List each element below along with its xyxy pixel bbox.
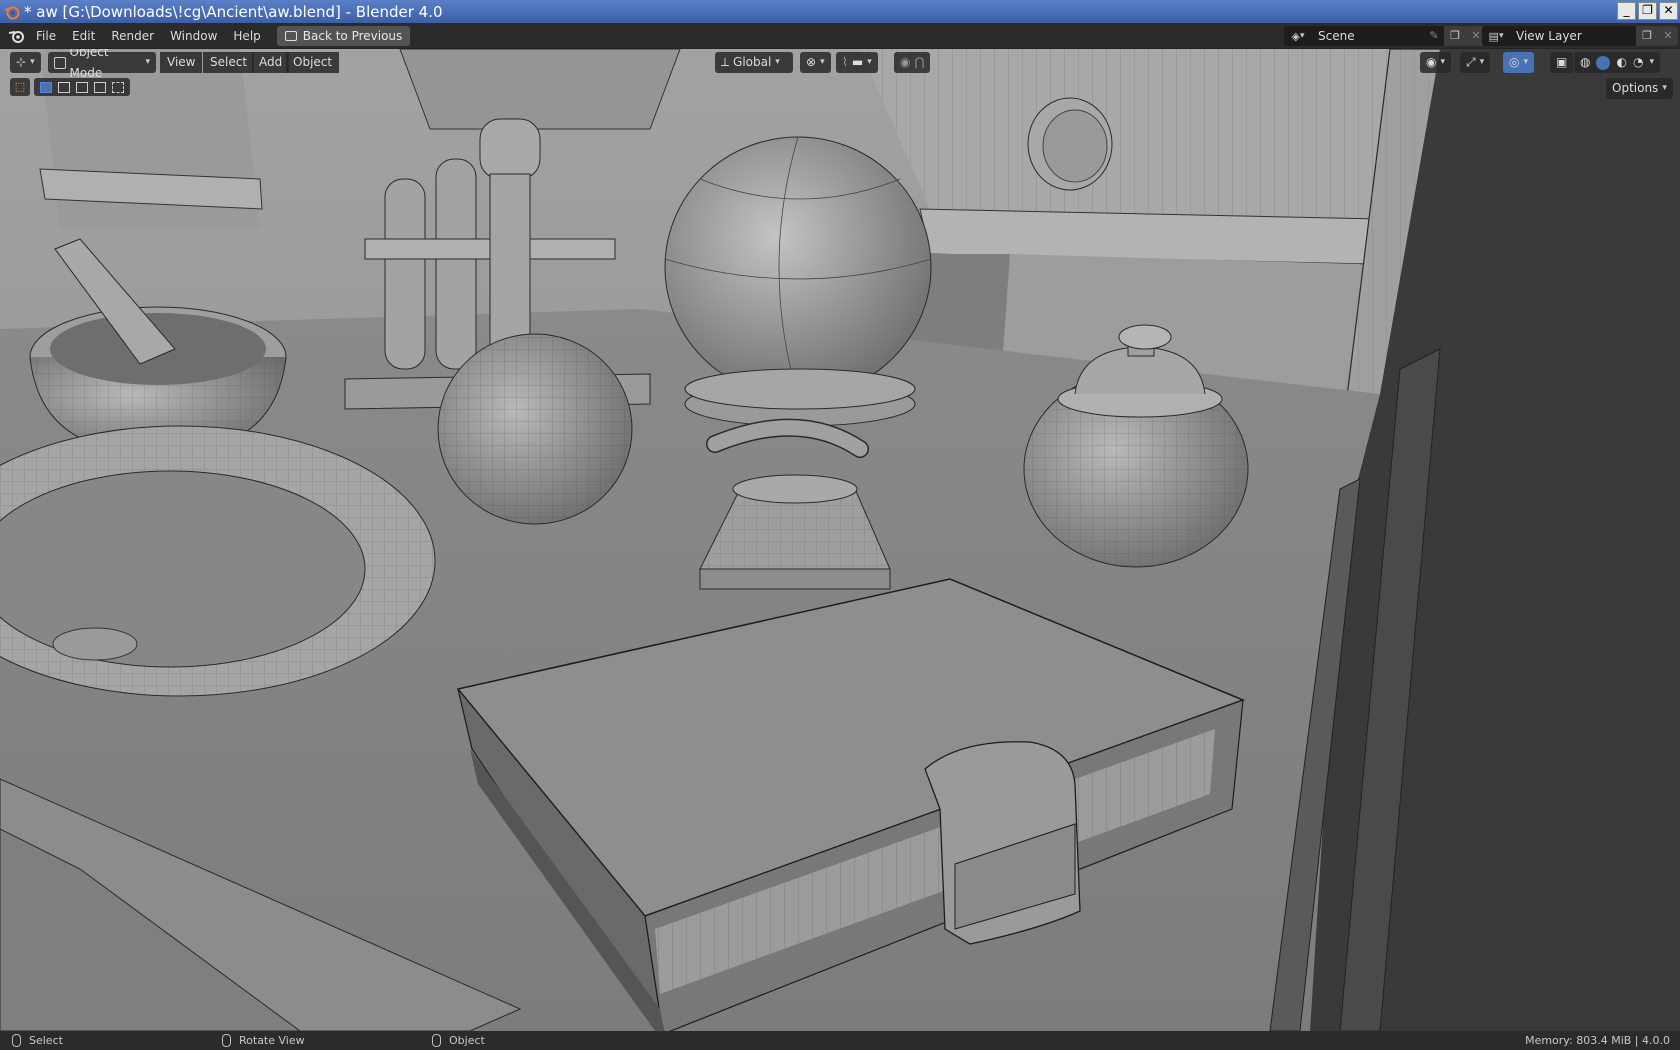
overlays-icon: ◎ xyxy=(1509,55,1520,69)
memory-readout: Memory: 803.4 MiB | 4.0.0 xyxy=(1525,1034,1670,1047)
new-view-layer-icon[interactable]: ❐ xyxy=(1636,26,1658,46)
solid-shading-icon[interactable] xyxy=(1596,55,1611,70)
blender-logo-icon xyxy=(4,6,20,19)
view-layer-field[interactable]: View Layer xyxy=(1510,26,1636,46)
options-dropdown[interactable]: Options ▾ xyxy=(1606,78,1673,99)
tool-icon[interactable]: ⬚ xyxy=(10,78,30,96)
material-shading-icon[interactable]: ◐ xyxy=(1616,52,1626,73)
select-subtract-icon[interactable] xyxy=(76,81,88,93)
viewport-menu-view[interactable]: View xyxy=(160,52,203,73)
scene-name-field[interactable]: Scene xyxy=(1312,26,1424,46)
snap-target-icon: ▬ xyxy=(851,55,864,69)
visibility-button[interactable]: ◉ ▾ xyxy=(1420,52,1452,73)
pivot-icon: ⊗ xyxy=(806,55,817,69)
back-to-previous-label: Back to Previous xyxy=(302,28,403,43)
select-extend-icon[interactable] xyxy=(58,81,70,93)
maximize-button[interactable]: ❐ xyxy=(1638,2,1657,20)
options-label: Options xyxy=(1612,81,1659,95)
proportional-editing-button[interactable]: ◉ ⋂ xyxy=(894,52,931,73)
right-mouse-icon xyxy=(432,1034,441,1047)
middle-mouse-icon xyxy=(222,1034,231,1047)
gizmo-icon: ⤢ xyxy=(1466,55,1476,69)
status-select: Select xyxy=(29,1034,63,1047)
editor-type-button[interactable]: ⊹ ▾ xyxy=(10,52,41,73)
chevron-down-icon: ▾ xyxy=(145,57,150,67)
object-mode-icon xyxy=(54,56,66,69)
transform-orientation-label: Global xyxy=(733,55,772,69)
snap-icon: ⌇ xyxy=(842,55,848,69)
topbar: File Edit Render Window Help Back to Pre… xyxy=(0,23,1680,49)
left-mouse-icon xyxy=(12,1034,21,1047)
xray-toggle[interactable]: ▣ xyxy=(1550,52,1574,73)
orientation-icon: ⟂ xyxy=(721,55,730,69)
select-intersect-icon[interactable] xyxy=(112,81,124,93)
close-button[interactable]: ✕ xyxy=(1659,2,1678,20)
view-layer-icon[interactable]: ▤ ▾ xyxy=(1482,26,1510,46)
menu-file[interactable]: File xyxy=(28,25,64,47)
select-new-icon[interactable] xyxy=(40,81,52,93)
viewport-menu-select[interactable]: Select xyxy=(203,52,255,73)
eye-icon: ◉ xyxy=(1426,55,1437,69)
minimize-button[interactable]: _ xyxy=(1617,2,1636,20)
menu-help[interactable]: Help xyxy=(225,25,268,47)
proportional-editing-icon: ◉ xyxy=(900,55,911,69)
back-icon xyxy=(284,30,297,41)
pivot-point-button[interactable]: ⊗ ▾ xyxy=(800,52,831,73)
menu-window[interactable]: Window xyxy=(162,25,225,47)
window-title: * aw [G:\Downloads\!cg\Ancient\aw.blend]… xyxy=(24,2,443,21)
menu-render[interactable]: Render xyxy=(103,25,162,47)
menu-edit[interactable]: Edit xyxy=(64,25,103,47)
object-mode-dropdown[interactable]: Object Mode ▾ xyxy=(48,49,156,80)
back-to-previous-button[interactable]: Back to Previous xyxy=(276,25,411,46)
gizmo-button[interactable]: ⤢ ▾ xyxy=(1460,52,1491,73)
scene-render xyxy=(0,49,1680,1031)
3d-viewport[interactable]: ⊹ ▾ Object Mode ▾ View Select Add Object … xyxy=(0,49,1680,1031)
rendered-shading-icon[interactable]: ◔ xyxy=(1633,52,1643,73)
editor-type-icon: ⊹ xyxy=(16,55,27,69)
viewport-menu-object[interactable]: Object xyxy=(286,52,340,73)
delete-view-layer-icon[interactable]: ✕ xyxy=(1658,26,1678,46)
shading-modes[interactable]: ◍ ◐ ◔ ▾ xyxy=(1574,52,1660,73)
viewport-menu-add[interactable]: Add xyxy=(252,52,290,73)
scene-icon[interactable]: ◈ ▾ xyxy=(1284,26,1312,46)
select-difference-icon[interactable] xyxy=(94,81,106,93)
statusbar: Select Rotate View Object Memory: 803.4 … xyxy=(0,1031,1680,1050)
viewport-header: ⊹ ▾ Object Mode ▾ View Select Add Object … xyxy=(0,49,1680,80)
wireframe-shading-icon[interactable]: ◍ xyxy=(1580,52,1590,73)
overlays-button[interactable]: ◎ ▾ xyxy=(1503,52,1535,73)
falloff-icon: ⋂ xyxy=(914,55,925,69)
blender-menu-icon[interactable] xyxy=(6,27,28,45)
status-rotate-view: Rotate View xyxy=(239,1034,305,1047)
transform-orientation-dropdown[interactable]: ⟂ Global ▾ xyxy=(715,52,793,73)
selection-mode-icons[interactable] xyxy=(34,78,130,96)
new-scene-icon[interactable]: ❐ xyxy=(1444,26,1466,46)
tool-settings-row: ⬚ xyxy=(10,78,130,96)
snap-button[interactable]: ⌇ ▬ ▾ xyxy=(836,52,878,73)
xray-icon: ▣ xyxy=(1556,55,1568,69)
window-titlebar: * aw [G:\Downloads\!cg\Ancient\aw.blend]… xyxy=(0,0,1680,23)
status-object: Object xyxy=(449,1034,485,1047)
pin-icon[interactable]: ✎ xyxy=(1424,26,1444,46)
